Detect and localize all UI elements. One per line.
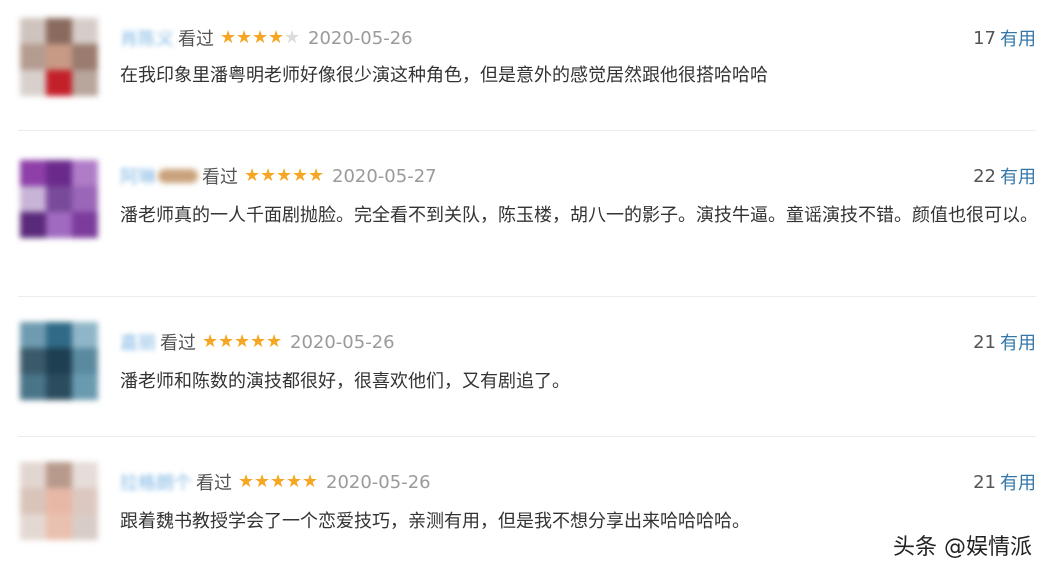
vote-count: 17 bbox=[973, 27, 996, 49]
useful-votes: 22 有用 bbox=[973, 163, 1036, 189]
star-icon: ★ bbox=[284, 27, 301, 48]
divider bbox=[18, 436, 1036, 437]
star-icon: ★ bbox=[302, 471, 319, 492]
watermark: 头条 @娱情派 bbox=[893, 535, 1032, 560]
rating-stars: ★ ★ ★ ★ ★ bbox=[238, 473, 318, 491]
star-icon: ★ bbox=[234, 331, 251, 352]
comment-date: 2020-05-26 bbox=[290, 331, 395, 353]
star-icon: ★ bbox=[260, 165, 277, 186]
star-icon: ★ bbox=[252, 27, 269, 48]
watch-status: 看过 bbox=[196, 473, 232, 494]
star-icon: ★ bbox=[308, 165, 325, 186]
star-icon: ★ bbox=[270, 471, 287, 492]
comment-header: 拉格朗个 看过 ★ ★ ★ ★ ★ 2020-05-26 bbox=[120, 469, 431, 495]
rating-stars: ★ ★ ★ ★ ★ bbox=[220, 29, 300, 47]
comment-date: 2020-05-27 bbox=[332, 165, 437, 187]
watch-status: 看过 bbox=[178, 29, 214, 50]
star-icon: ★ bbox=[250, 331, 267, 352]
divider bbox=[18, 296, 1036, 297]
comment-header: 肖陈义 看过 ★ ★ ★ ★ ★ 2020-05-26 bbox=[120, 25, 413, 51]
useful-votes: 21 有用 bbox=[973, 469, 1036, 495]
star-icon: ★ bbox=[266, 331, 283, 352]
star-icon: ★ bbox=[202, 331, 219, 352]
avatar[interactable] bbox=[20, 322, 98, 400]
username-link[interactable]: 肖陈义 bbox=[120, 25, 174, 51]
star-icon: ★ bbox=[220, 27, 237, 48]
comment-text: 潘老师和陈数的演技都很好，很喜欢他们，又有剧追了。 bbox=[120, 371, 570, 392]
comment-date: 2020-05-26 bbox=[308, 27, 413, 49]
username-decoration bbox=[158, 169, 198, 183]
star-icon: ★ bbox=[286, 471, 303, 492]
avatar[interactable] bbox=[20, 160, 98, 238]
useful-votes: 21 有用 bbox=[973, 329, 1036, 355]
watch-status: 看过 bbox=[160, 333, 196, 354]
username-link[interactable]: 阿琳 bbox=[120, 163, 156, 189]
vote-count: 21 bbox=[973, 471, 996, 493]
avatar[interactable] bbox=[20, 462, 98, 540]
comment-item: 阿琳 看过 ★ ★ ★ ★ ★ 2020-05-27 22 有用 潘老师真的一人… bbox=[0, 138, 1050, 278]
star-icon: ★ bbox=[244, 165, 261, 186]
avatar[interactable] bbox=[20, 18, 98, 96]
username-link[interactable]: 嘉丽 bbox=[120, 329, 156, 355]
vote-count: 22 bbox=[973, 165, 996, 187]
star-icon: ★ bbox=[292, 165, 309, 186]
username-link[interactable]: 拉格朗个 bbox=[120, 469, 192, 495]
comment-text: 在我印象里潘粤明老师好像很少演这种角色，但是意外的感觉居然跟他很搭哈哈哈 bbox=[120, 65, 768, 86]
rating-stars: ★ ★ ★ ★ ★ bbox=[202, 333, 282, 351]
watch-status: 看过 bbox=[202, 167, 238, 188]
useful-button[interactable]: 有用 bbox=[1000, 163, 1036, 189]
comment-text: 潘老师真的一人千面剧抛脸。完全看不到关队，陈玉楼，胡八一的影子。演技牛逼。童谣演… bbox=[120, 205, 1038, 226]
star-icon: ★ bbox=[236, 27, 253, 48]
useful-button[interactable]: 有用 bbox=[1000, 25, 1036, 51]
divider bbox=[18, 130, 1036, 131]
vote-count: 21 bbox=[973, 331, 996, 353]
useful-button[interactable]: 有用 bbox=[1000, 469, 1036, 495]
useful-votes: 17 有用 bbox=[973, 25, 1036, 51]
star-icon: ★ bbox=[276, 165, 293, 186]
star-icon: ★ bbox=[254, 471, 271, 492]
star-icon: ★ bbox=[238, 471, 255, 492]
star-icon: ★ bbox=[218, 331, 235, 352]
comment-header: 嘉丽 看过 ★ ★ ★ ★ ★ 2020-05-26 bbox=[120, 329, 395, 355]
comment-header: 阿琳 看过 ★ ★ ★ ★ ★ 2020-05-27 bbox=[120, 163, 437, 189]
comment-item: 嘉丽 看过 ★ ★ ★ ★ ★ 2020-05-26 21 有用 潘老师和陈数的… bbox=[0, 304, 1050, 444]
star-icon: ★ bbox=[268, 27, 285, 48]
useful-button[interactable]: 有用 bbox=[1000, 329, 1036, 355]
comment-item: 肖陈义 看过 ★ ★ ★ ★ ★ 2020-05-26 17 有用 在我印象里潘… bbox=[0, 0, 1050, 140]
comment-date: 2020-05-26 bbox=[326, 471, 431, 493]
comment-list: 肖陈义 看过 ★ ★ ★ ★ ★ 2020-05-26 17 有用 在我印象里潘… bbox=[0, 0, 1050, 573]
rating-stars: ★ ★ ★ ★ ★ bbox=[244, 167, 324, 185]
